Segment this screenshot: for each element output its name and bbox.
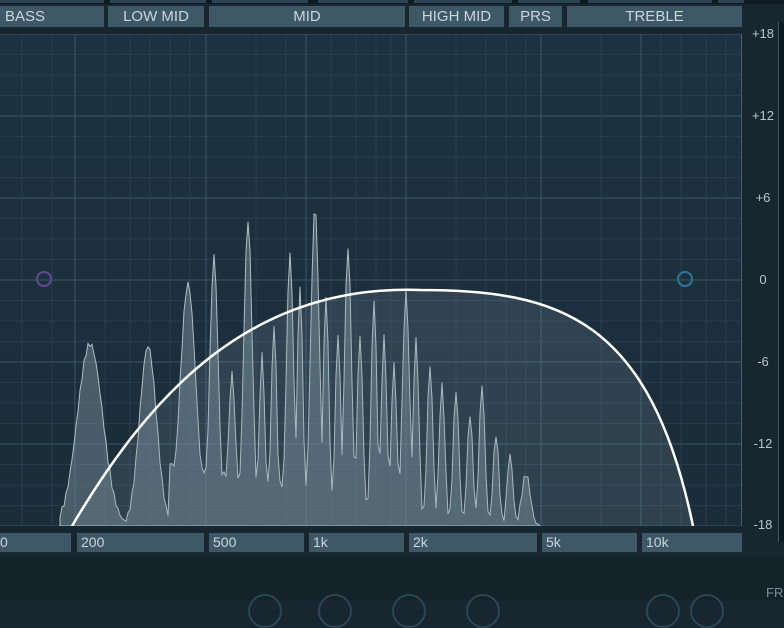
band-label-mid[interactable]: MID	[209, 6, 405, 27]
freq-label-0: 0	[0, 533, 71, 552]
top-strip	[0, 0, 784, 4]
freq-label-1k: 1k	[309, 533, 404, 552]
knob-icon[interactable]	[646, 594, 680, 628]
low-cut-handle-icon[interactable]	[35, 270, 53, 288]
band-label-low-mid[interactable]: LOW MID	[108, 6, 204, 27]
freq-label-200: 200	[77, 533, 204, 552]
band-label-prs[interactable]: PRS	[509, 6, 562, 27]
knob-icon[interactable]	[318, 594, 352, 628]
knob-icon[interactable]	[690, 594, 724, 628]
band-label-high-mid[interactable]: HIGH MID	[409, 6, 504, 27]
eq-graph[interactable]	[0, 34, 742, 526]
knob-icon[interactable]	[466, 594, 500, 628]
bottom-cut-label: FR	[766, 585, 784, 600]
knob-icon[interactable]	[392, 594, 426, 628]
band-label-treble[interactable]: TREBLE	[567, 6, 742, 27]
eq-curve-fill	[72, 289, 693, 526]
knob-icon[interactable]	[248, 594, 282, 628]
right-edge-panel	[778, 22, 784, 542]
freq-label-5k: 5k	[542, 533, 637, 552]
freq-label-10k: 10k	[642, 533, 742, 552]
eq-graph-canvas	[0, 34, 741, 526]
band-label-bass[interactable]: BASS	[0, 6, 104, 27]
freq-label-2k: 2k	[409, 533, 537, 552]
high-cut-handle-icon[interactable]	[676, 270, 694, 288]
frequency-scale-bar: 0 200 500 1k 2k 5k 10k	[0, 533, 745, 553]
band-label-bar: BASS LOW MID MID HIGH MID PRS TREBLE	[0, 6, 745, 28]
freq-label-500: 500	[209, 533, 304, 552]
